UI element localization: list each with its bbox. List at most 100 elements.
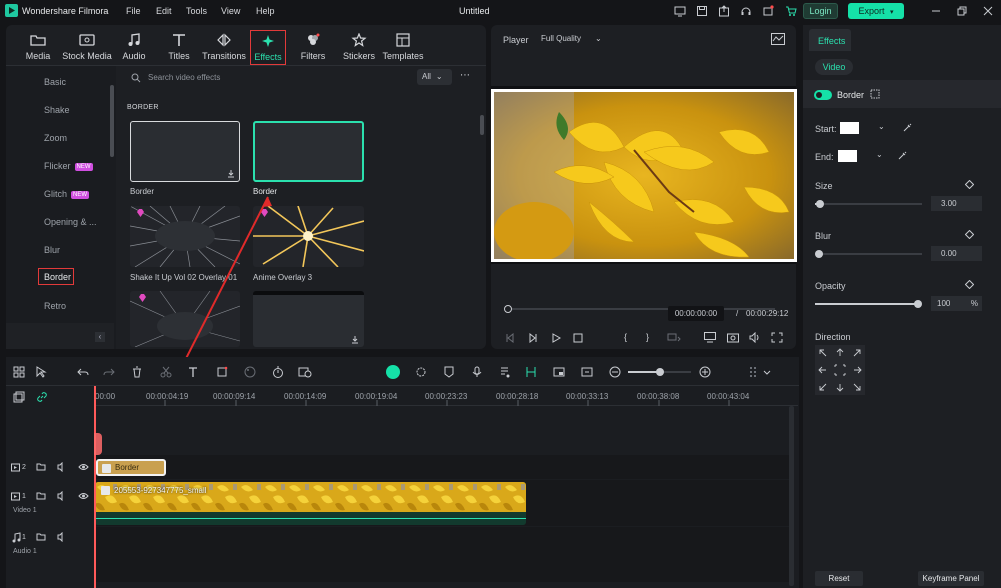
text-tool-icon[interactable]	[188, 366, 200, 378]
zoom-in-icon[interactable]	[699, 366, 711, 378]
link-icon[interactable]	[36, 391, 48, 403]
border-effect-clip[interactable]: Border	[96, 459, 166, 476]
playback-progress-track[interactable]	[505, 308, 775, 310]
previous-frame-icon[interactable]	[505, 333, 515, 343]
opacity-label: Opacity	[815, 281, 846, 291]
track-name: Video 1	[13, 507, 37, 514]
tab-video-properties[interactable]: Video	[815, 59, 853, 75]
mark-out-icon[interactable]: }	[646, 332, 649, 342]
keyframe-diamond-icon[interactable]	[965, 280, 974, 289]
volume-icon[interactable]	[57, 491, 67, 501]
keyframe-panel-button[interactable]: Keyframe Panel	[918, 571, 984, 586]
timeline-playhead[interactable]	[94, 386, 96, 588]
quality-dropdown[interactable]: Full Quality ⌄	[541, 34, 619, 47]
add-track-icon[interactable]	[13, 391, 25, 403]
player-panel: Player Full Quality ⌄ 00:00:00:00 / 00:0…	[491, 25, 797, 349]
snapshot-camera-icon[interactable]	[727, 332, 739, 343]
effect-clip-label: Border	[115, 463, 140, 472]
chevron-down-icon: ⌄	[876, 150, 883, 159]
player-label: Player	[503, 35, 529, 45]
time-separator: /	[736, 309, 739, 318]
keyframe-diamond-icon[interactable]	[965, 180, 974, 189]
video-preview[interactable]	[491, 89, 797, 262]
zoom-slider-handle[interactable]	[656, 368, 664, 376]
insert-clip-icon[interactable]	[667, 333, 681, 343]
delete-trash-icon[interactable]	[131, 366, 143, 378]
flower-video-frame	[494, 92, 794, 259]
opacity-slider-fill	[815, 303, 918, 305]
reset-button[interactable]: Reset	[815, 571, 863, 586]
quality-dropdown-label: Full Quality	[541, 34, 582, 43]
volume-icon[interactable]	[57, 462, 67, 472]
ruler-ticks	[95, 400, 730, 406]
ai-mode-icon[interactable]	[386, 365, 400, 379]
size-slider[interactable]	[815, 200, 922, 208]
folder-icon[interactable]	[36, 532, 46, 542]
video-clip[interactable]: 205553-927347775_small	[95, 482, 526, 525]
layout-grid-icon[interactable]	[13, 366, 25, 378]
volume-icon[interactable]	[749, 332, 761, 343]
opacity-unit: %	[970, 299, 978, 308]
blur-value-input[interactable]: 0.00	[931, 246, 982, 261]
stop-icon[interactable]	[573, 333, 583, 343]
direction-grid[interactable]	[815, 345, 865, 395]
undo-icon[interactable]	[77, 366, 89, 378]
end-color-swatch	[838, 150, 857, 162]
effect-enable-toggle[interactable]	[814, 90, 832, 100]
mark-in-icon[interactable]: {	[624, 332, 627, 342]
start-color-label: Start:	[815, 124, 837, 134]
zoom-out-icon[interactable]	[609, 366, 621, 378]
opacity-value-input[interactable]: 100 %	[931, 296, 982, 311]
audio-waveform	[95, 512, 526, 525]
folder-icon[interactable]	[36, 491, 46, 501]
auto-reframe-icon[interactable]	[581, 366, 593, 378]
properties-panel: Effects Video Border Start: ⌄ End: ⌄ Siz…	[803, 25, 1001, 588]
eyedropper-icon[interactable]	[897, 151, 907, 161]
opacity-slider[interactable]	[815, 300, 922, 308]
size-value-input[interactable]: 3.00	[931, 196, 982, 211]
select-cursor-icon[interactable]	[35, 366, 47, 378]
play-next-icon[interactable]	[528, 333, 538, 343]
pip-icon[interactable]	[553, 366, 565, 378]
scopes-icon[interactable]	[771, 33, 785, 45]
add-media-icon[interactable]	[298, 366, 312, 378]
split-scissors-icon[interactable]	[160, 366, 172, 378]
eye-visibility-icon[interactable]	[78, 462, 89, 472]
playhead-handle[interactable]	[94, 433, 102, 455]
redo-icon[interactable]	[103, 366, 115, 378]
eyedropper-icon[interactable]	[902, 123, 912, 133]
zoom-slider[interactable]	[628, 368, 691, 376]
current-time-display[interactable]: 00:00:00:00	[668, 306, 724, 321]
color-palette-icon[interactable]	[244, 366, 256, 378]
crop-icon[interactable]	[216, 366, 228, 378]
snap-magnet-icon[interactable]	[525, 366, 537, 378]
audio-notes-icon[interactable]	[499, 366, 511, 378]
eye-visibility-icon[interactable]	[78, 491, 89, 501]
video-clip-icon	[101, 486, 110, 495]
start-color-picker[interactable]: ⌄	[840, 121, 888, 136]
blur-slider[interactable]	[815, 250, 922, 258]
size-slider-handle[interactable]	[816, 200, 825, 208]
total-time: 00:00:29:12	[746, 309, 789, 318]
opacity-slider-handle[interactable]	[914, 300, 922, 308]
marker-shield-icon[interactable]	[443, 366, 455, 378]
end-color-picker[interactable]: ⌄	[838, 149, 886, 164]
render-icon[interactable]	[415, 366, 427, 378]
speed-timer-icon[interactable]	[272, 366, 284, 378]
playhead-scrubber[interactable]	[504, 305, 512, 313]
mask-dotted-square-icon[interactable]	[870, 89, 880, 99]
keyframe-diamond-icon[interactable]	[965, 230, 974, 239]
tab-effects-properties[interactable]: Effects	[809, 29, 851, 51]
folder-icon[interactable]	[36, 462, 46, 472]
display-icon[interactable]	[704, 332, 716, 343]
chevron-down-icon: ⌄	[878, 122, 885, 131]
microphone-icon[interactable]	[471, 366, 483, 378]
volume-icon[interactable]	[57, 532, 67, 542]
timeline-scrollbar[interactable]	[789, 406, 794, 586]
fullscreen-icon[interactable]	[771, 332, 783, 343]
timeline-layout-icon[interactable]	[749, 366, 773, 378]
blur-slider-handle[interactable]	[815, 250, 823, 258]
play-icon[interactable]	[551, 333, 561, 343]
effect-name: Border	[837, 90, 865, 100]
track-row-2	[95, 455, 790, 479]
